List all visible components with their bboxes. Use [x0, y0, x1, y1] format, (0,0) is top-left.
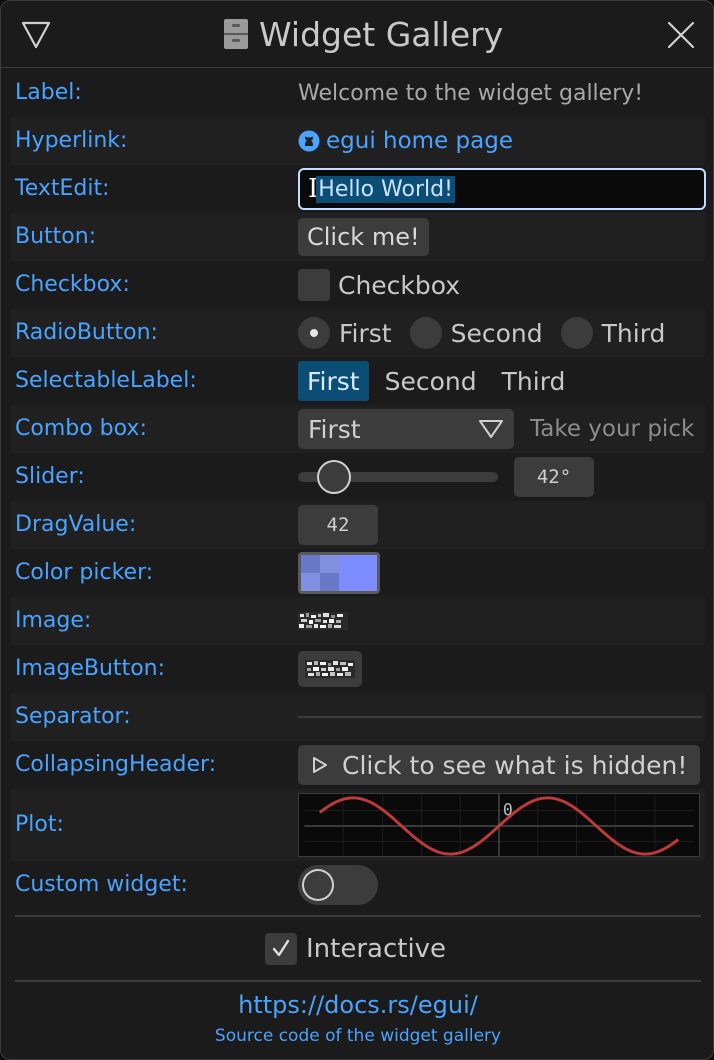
checkbox-label[interactable]: Checkbox — [338, 271, 460, 300]
radio-first[interactable]: First — [298, 317, 392, 349]
row-colorpicker: Color picker: — [11, 549, 705, 597]
row-plot: Plot: 0 — [11, 789, 705, 861]
row-button-name: Button: — [15, 224, 97, 249]
row-radiobutton-name: RadioButton: — [15, 320, 158, 345]
click-me-button[interactable]: Click me! — [298, 218, 429, 256]
interactive-checkbox[interactable]: Interactive — [265, 930, 446, 968]
combo-box[interactable]: First — [298, 409, 514, 449]
row-dragvalue: DragValue: 42 — [11, 501, 705, 549]
row-selectablelabel: SelectableLabel: First Second Third — [11, 357, 705, 405]
divider — [15, 915, 701, 917]
slider-value-field[interactable]: 42° — [514, 457, 594, 497]
row-collapsingheader: CollapsingHeader: Click to see what is h… — [11, 741, 705, 789]
row-colorpicker-name: Color picker: — [15, 560, 154, 585]
collapsing-header[interactable]: Click to see what is hidden! — [298, 745, 700, 785]
row-image: Image: — [11, 597, 705, 645]
row-checkbox: Checkbox: Checkbox — [11, 261, 705, 309]
separator-line — [298, 716, 702, 718]
row-radiobutton: RadioButton: First Second Third — [11, 309, 705, 357]
row-imagebutton: ImageButton: — [11, 645, 705, 693]
row-slider-name: Slider: — [15, 464, 85, 489]
text-input-value[interactable]: Hello World! — [316, 175, 455, 203]
radio-second[interactable]: Second — [409, 317, 543, 349]
radio-circle[interactable] — [560, 317, 593, 349]
row-image-name: Image: — [15, 608, 92, 633]
hello-text-input[interactable]: I Hello World! — [298, 168, 706, 210]
triangle-down-icon[interactable] — [21, 21, 51, 49]
interactive-checkbox-box[interactable] — [265, 933, 297, 965]
window-title: Widget Gallery — [223, 13, 503, 55]
checkbox[interactable]: Checkbox — [298, 261, 460, 309]
toggle-knob[interactable] — [302, 869, 334, 901]
docs-link[interactable]: https://docs.rs/egui/ — [1, 991, 713, 1019]
row-customwidget: Custom widget: — [11, 861, 705, 909]
radio-label[interactable]: Third — [602, 319, 666, 348]
radio-label[interactable]: First — [339, 319, 392, 348]
row-checkbox-name: Checkbox: — [15, 272, 130, 297]
radio-label[interactable]: Second — [451, 319, 543, 348]
egui-home-link-text[interactable]: egui home page — [326, 128, 513, 154]
welcome-text: Welcome to the widget gallery! — [298, 80, 644, 106]
row-combobox: Combo box: First Take your pick — [11, 405, 705, 453]
radio-circle[interactable] — [409, 317, 442, 349]
row-hyperlink-name: Hyperlink: — [15, 128, 128, 153]
row-label: Label: Welcome to the widget gallery! — [11, 69, 705, 117]
title-bar[interactable]: Widget Gallery — [1, 1, 713, 68]
drag-value-field[interactable]: 42 — [298, 505, 378, 545]
close-icon[interactable] — [665, 19, 697, 51]
angle-slider[interactable] — [298, 459, 498, 495]
row-collapsingheader-name: CollapsingHeader: — [15, 752, 217, 777]
selectable-second[interactable]: Second — [376, 361, 486, 401]
row-plot-name: Plot: — [15, 812, 64, 837]
toggle-switch[interactable] — [298, 865, 378, 905]
row-slider: Slider: 42° — [11, 453, 705, 501]
checkmark-icon — [272, 939, 290, 957]
combo-value[interactable]: First — [308, 415, 361, 444]
row-separator: Separator: — [11, 693, 705, 741]
radio-third[interactable]: Third — [560, 317, 666, 349]
widget-gallery-window: Widget Gallery Label: Welcome to the wid… — [0, 0, 714, 1060]
selectable-first[interactable]: First — [298, 361, 369, 401]
selectable-third[interactable]: Third — [493, 361, 575, 401]
triangle-right-icon — [313, 757, 327, 773]
file-cabinet-icon — [224, 19, 248, 49]
row-button: Button: Click me! — [11, 213, 705, 261]
noise-image — [305, 660, 355, 678]
row-textedit-name: TextEdit: — [15, 176, 110, 201]
row-separator-name: Separator: — [15, 704, 131, 729]
sine-plot[interactable]: 0 — [298, 793, 700, 857]
combo-hint: Take your pick — [530, 416, 695, 442]
color-swatch[interactable] — [301, 555, 377, 591]
color-picker-button[interactable] — [298, 552, 380, 594]
window-title-text: Widget Gallery — [259, 14, 504, 54]
interactive-label[interactable]: Interactive — [306, 934, 446, 964]
row-hyperlink: Hyperlink: egui home page — [11, 117, 705, 165]
egui-home-link[interactable]: egui home page — [298, 128, 513, 154]
row-selectablelabel-name: SelectableLabel: — [15, 368, 197, 393]
image-button[interactable] — [298, 651, 362, 687]
radio-circle-checked[interactable] — [298, 317, 330, 349]
github-icon — [298, 130, 320, 152]
noise-image — [298, 612, 348, 630]
row-textedit: TextEdit: I Hello World! — [11, 165, 706, 213]
row-customwidget-name: Custom widget: — [15, 872, 188, 897]
row-combobox-name: Combo box: — [15, 416, 147, 441]
source-code-link[interactable]: Source code of the widget gallery — [1, 1026, 713, 1046]
row-imagebutton-name: ImageButton: — [15, 656, 166, 681]
row-dragvalue-name: DragValue: — [15, 512, 137, 537]
row-label-name: Label: — [15, 80, 82, 105]
triangle-down-icon — [479, 420, 503, 438]
collapsing-header-text[interactable]: Click to see what is hidden! — [342, 751, 687, 780]
slider-handle[interactable] — [317, 460, 351, 494]
divider — [15, 980, 701, 982]
checkbox-box[interactable] — [298, 269, 330, 301]
